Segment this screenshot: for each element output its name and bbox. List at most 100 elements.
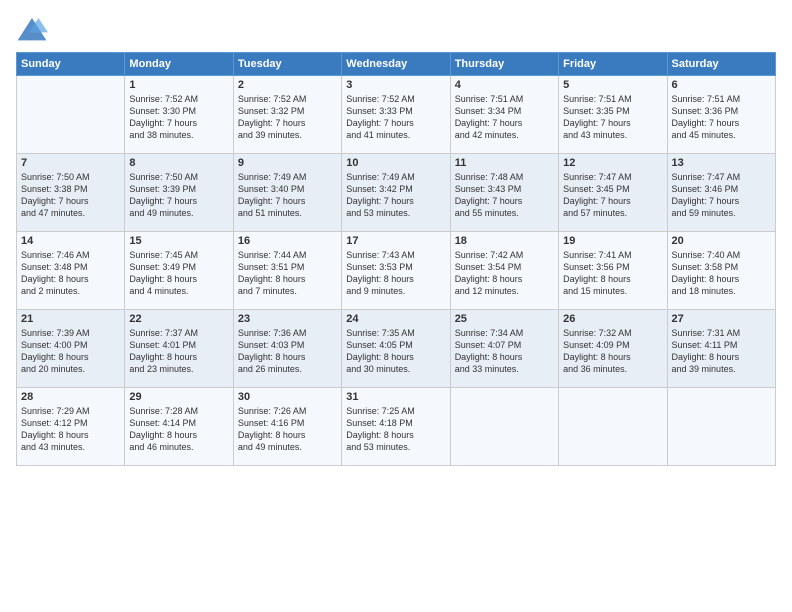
day-number: 23 — [238, 313, 337, 325]
calendar-cell: 13 Sunrise: 7:47 AMSunset: 3:46 PMDayligh… — [667, 154, 775, 232]
calendar-cell: 29 Sunrise: 7:28 AMSunset: 4:14 PMDayligh… — [125, 388, 233, 466]
calendar-cell: 26 Sunrise: 7:32 AMSunset: 4:09 PMDayligh… — [559, 310, 667, 388]
header-day-sunday: Sunday — [17, 53, 125, 76]
page: SundayMondayTuesdayWednesdayThursdayFrid… — [0, 0, 792, 612]
day-number: 16 — [238, 235, 337, 247]
day-number: 30 — [238, 391, 337, 403]
calendar-cell: 30Sunrise: 7:26 AMSunset: 4:16 PMDayligh… — [233, 388, 341, 466]
day-number: 29 — [129, 391, 228, 403]
logo-icon — [16, 16, 48, 44]
day-info: Sunrise: 7:31 AMSunset: 4:11 PMDaylight:… — [672, 327, 771, 376]
calendar-cell: 27 Sunrise: 7:31 AMSunset: 4:11 PMDayligh… — [667, 310, 775, 388]
calendar-cell — [559, 388, 667, 466]
day-number: 28 — [21, 391, 120, 403]
calendar-cell: 16 Sunrise: 7:44 AMSunset: 3:51 PMDayligh… — [233, 232, 341, 310]
day-number: 8 — [129, 157, 228, 169]
day-number: 27 — [672, 313, 771, 325]
day-info: Sunrise: 7:49 AMSunset: 3:42 PMDaylight:… — [346, 171, 445, 220]
calendar-table: SundayMondayTuesdayWednesdayThursdayFrid… — [16, 52, 776, 466]
day-info: Sunrise: 7:47 AMSunset: 3:45 PMDaylight:… — [563, 171, 662, 220]
day-info: Sunrise: 7:48 AMSunset: 3:43 PMDaylight:… — [455, 171, 554, 220]
calendar-cell: 25Sunrise: 7:34 AMSunset: 4:07 PMDayligh… — [450, 310, 558, 388]
day-number: 12 — [563, 157, 662, 169]
day-number: 1 — [129, 79, 228, 91]
day-number: 24 — [346, 313, 445, 325]
day-info: Sunrise: 7:52 AMSunset: 3:30 PMDaylight:… — [129, 93, 228, 142]
day-info: Sunrise: 7:40 AMSunset: 3:58 PMDaylight:… — [672, 249, 771, 298]
day-info: Sunrise: 7:43 AMSunset: 3:53 PMDaylight:… — [346, 249, 445, 298]
day-info: Sunrise: 7:29 AMSunset: 4:12 PMDaylight:… — [21, 405, 120, 454]
calendar-cell: 11Sunrise: 7:48 AMSunset: 3:43 PMDayligh… — [450, 154, 558, 232]
week-row-3: 14 Sunrise: 7:46 AMSunset: 3:48 PMDayligh… — [17, 232, 776, 310]
day-info: Sunrise: 7:25 AMSunset: 4:18 PMDaylight:… — [346, 405, 445, 454]
calendar-cell: 21Sunrise: 7:39 AMSunset: 4:00 PMDayligh… — [17, 310, 125, 388]
day-number: 25 — [455, 313, 554, 325]
calendar-cell: 9 Sunrise: 7:49 AMSunset: 3:40 PMDaylight… — [233, 154, 341, 232]
day-number: 13 — [672, 157, 771, 169]
header-day-wednesday: Wednesday — [342, 53, 450, 76]
day-info: Sunrise: 7:51 AMSunset: 3:35 PMDaylight:… — [563, 93, 662, 142]
calendar-cell: 7 Sunrise: 7:50 AMSunset: 3:38 PMDaylight… — [17, 154, 125, 232]
day-info: Sunrise: 7:51 AMSunset: 3:36 PMDaylight:… — [672, 93, 771, 142]
week-row-2: 7 Sunrise: 7:50 AMSunset: 3:38 PMDaylight… — [17, 154, 776, 232]
day-number: 26 — [563, 313, 662, 325]
day-info: Sunrise: 7:36 AMSunset: 4:03 PMDaylight:… — [238, 327, 337, 376]
calendar-cell: 1 Sunrise: 7:52 AMSunset: 3:30 PMDaylight… — [125, 76, 233, 154]
header-day-saturday: Saturday — [667, 53, 775, 76]
day-number: 14 — [21, 235, 120, 247]
calendar-cell: 22 Sunrise: 7:37 AMSunset: 4:01 PMDayligh… — [125, 310, 233, 388]
day-number: 15 — [129, 235, 228, 247]
day-info: Sunrise: 7:39 AMSunset: 4:00 PMDaylight:… — [21, 327, 120, 376]
header-day-friday: Friday — [559, 53, 667, 76]
week-row-1: 1 Sunrise: 7:52 AMSunset: 3:30 PMDaylight… — [17, 76, 776, 154]
day-info: Sunrise: 7:46 AMSunset: 3:48 PMDaylight:… — [21, 249, 120, 298]
header-day-tuesday: Tuesday — [233, 53, 341, 76]
calendar-cell: 23 Sunrise: 7:36 AMSunset: 4:03 PMDayligh… — [233, 310, 341, 388]
calendar-cell: 6 Sunrise: 7:51 AMSunset: 3:36 PMDaylight… — [667, 76, 775, 154]
calendar-header: SundayMondayTuesdayWednesdayThursdayFrid… — [17, 53, 776, 76]
day-info: Sunrise: 7:32 AMSunset: 4:09 PMDaylight:… — [563, 327, 662, 376]
day-info: Sunrise: 7:42 AMSunset: 3:54 PMDaylight:… — [455, 249, 554, 298]
day-number: 5 — [563, 79, 662, 91]
header — [16, 12, 776, 44]
calendar-cell: 10 Sunrise: 7:49 AMSunset: 3:42 PMDayligh… — [342, 154, 450, 232]
day-number: 19 — [563, 235, 662, 247]
calendar-cell: 2 Sunrise: 7:52 AMSunset: 3:32 PMDaylight… — [233, 76, 341, 154]
calendar-cell: 3 Sunrise: 7:52 AMSunset: 3:33 PMDaylight… — [342, 76, 450, 154]
day-number: 22 — [129, 313, 228, 325]
day-info: Sunrise: 7:52 AMSunset: 3:32 PMDaylight:… — [238, 93, 337, 142]
calendar-cell: 14 Sunrise: 7:46 AMSunset: 3:48 PMDayligh… — [17, 232, 125, 310]
day-info: Sunrise: 7:51 AMSunset: 3:34 PMDaylight:… — [455, 93, 554, 142]
day-info: Sunrise: 7:28 AMSunset: 4:14 PMDaylight:… — [129, 405, 228, 454]
day-number: 3 — [346, 79, 445, 91]
day-number: 2 — [238, 79, 337, 91]
day-info: Sunrise: 7:45 AMSunset: 3:49 PMDaylight:… — [129, 249, 228, 298]
calendar-cell: 15 Sunrise: 7:45 AMSunset: 3:49 PMDayligh… — [125, 232, 233, 310]
day-info: Sunrise: 7:50 AMSunset: 3:38 PMDaylight:… — [21, 171, 120, 220]
day-number: 9 — [238, 157, 337, 169]
calendar-cell: 4Sunrise: 7:51 AMSunset: 3:34 PMDaylight… — [450, 76, 558, 154]
day-number: 17 — [346, 235, 445, 247]
day-number: 7 — [21, 157, 120, 169]
calendar-cell: 28 Sunrise: 7:29 AMSunset: 4:12 PMDayligh… — [17, 388, 125, 466]
day-info: Sunrise: 7:41 AMSunset: 3:56 PMDaylight:… — [563, 249, 662, 298]
day-info: Sunrise: 7:52 AMSunset: 3:33 PMDaylight:… — [346, 93, 445, 142]
day-number: 20 — [672, 235, 771, 247]
day-info: Sunrise: 7:37 AMSunset: 4:01 PMDaylight:… — [129, 327, 228, 376]
header-day-monday: Monday — [125, 53, 233, 76]
day-number: 10 — [346, 157, 445, 169]
day-info: Sunrise: 7:35 AMSunset: 4:05 PMDaylight:… — [346, 327, 445, 376]
day-info: Sunrise: 7:44 AMSunset: 3:51 PMDaylight:… — [238, 249, 337, 298]
day-info: Sunrise: 7:47 AMSunset: 3:46 PMDaylight:… — [672, 171, 771, 220]
day-number: 6 — [672, 79, 771, 91]
calendar-cell — [17, 76, 125, 154]
calendar-cell: 24 Sunrise: 7:35 AMSunset: 4:05 PMDayligh… — [342, 310, 450, 388]
calendar-body: 1 Sunrise: 7:52 AMSunset: 3:30 PMDaylight… — [17, 76, 776, 466]
calendar-cell: 17 Sunrise: 7:43 AMSunset: 3:53 PMDayligh… — [342, 232, 450, 310]
header-row: SundayMondayTuesdayWednesdayThursdayFrid… — [17, 53, 776, 76]
calendar-cell: 31Sunrise: 7:25 AMSunset: 4:18 PMDayligh… — [342, 388, 450, 466]
calendar-cell: 20 Sunrise: 7:40 AMSunset: 3:58 PMDayligh… — [667, 232, 775, 310]
day-info: Sunrise: 7:49 AMSunset: 3:40 PMDaylight:… — [238, 171, 337, 220]
calendar-cell: 8Sunrise: 7:50 AMSunset: 3:39 PMDaylight… — [125, 154, 233, 232]
week-row-5: 28 Sunrise: 7:29 AMSunset: 4:12 PMDayligh… — [17, 388, 776, 466]
